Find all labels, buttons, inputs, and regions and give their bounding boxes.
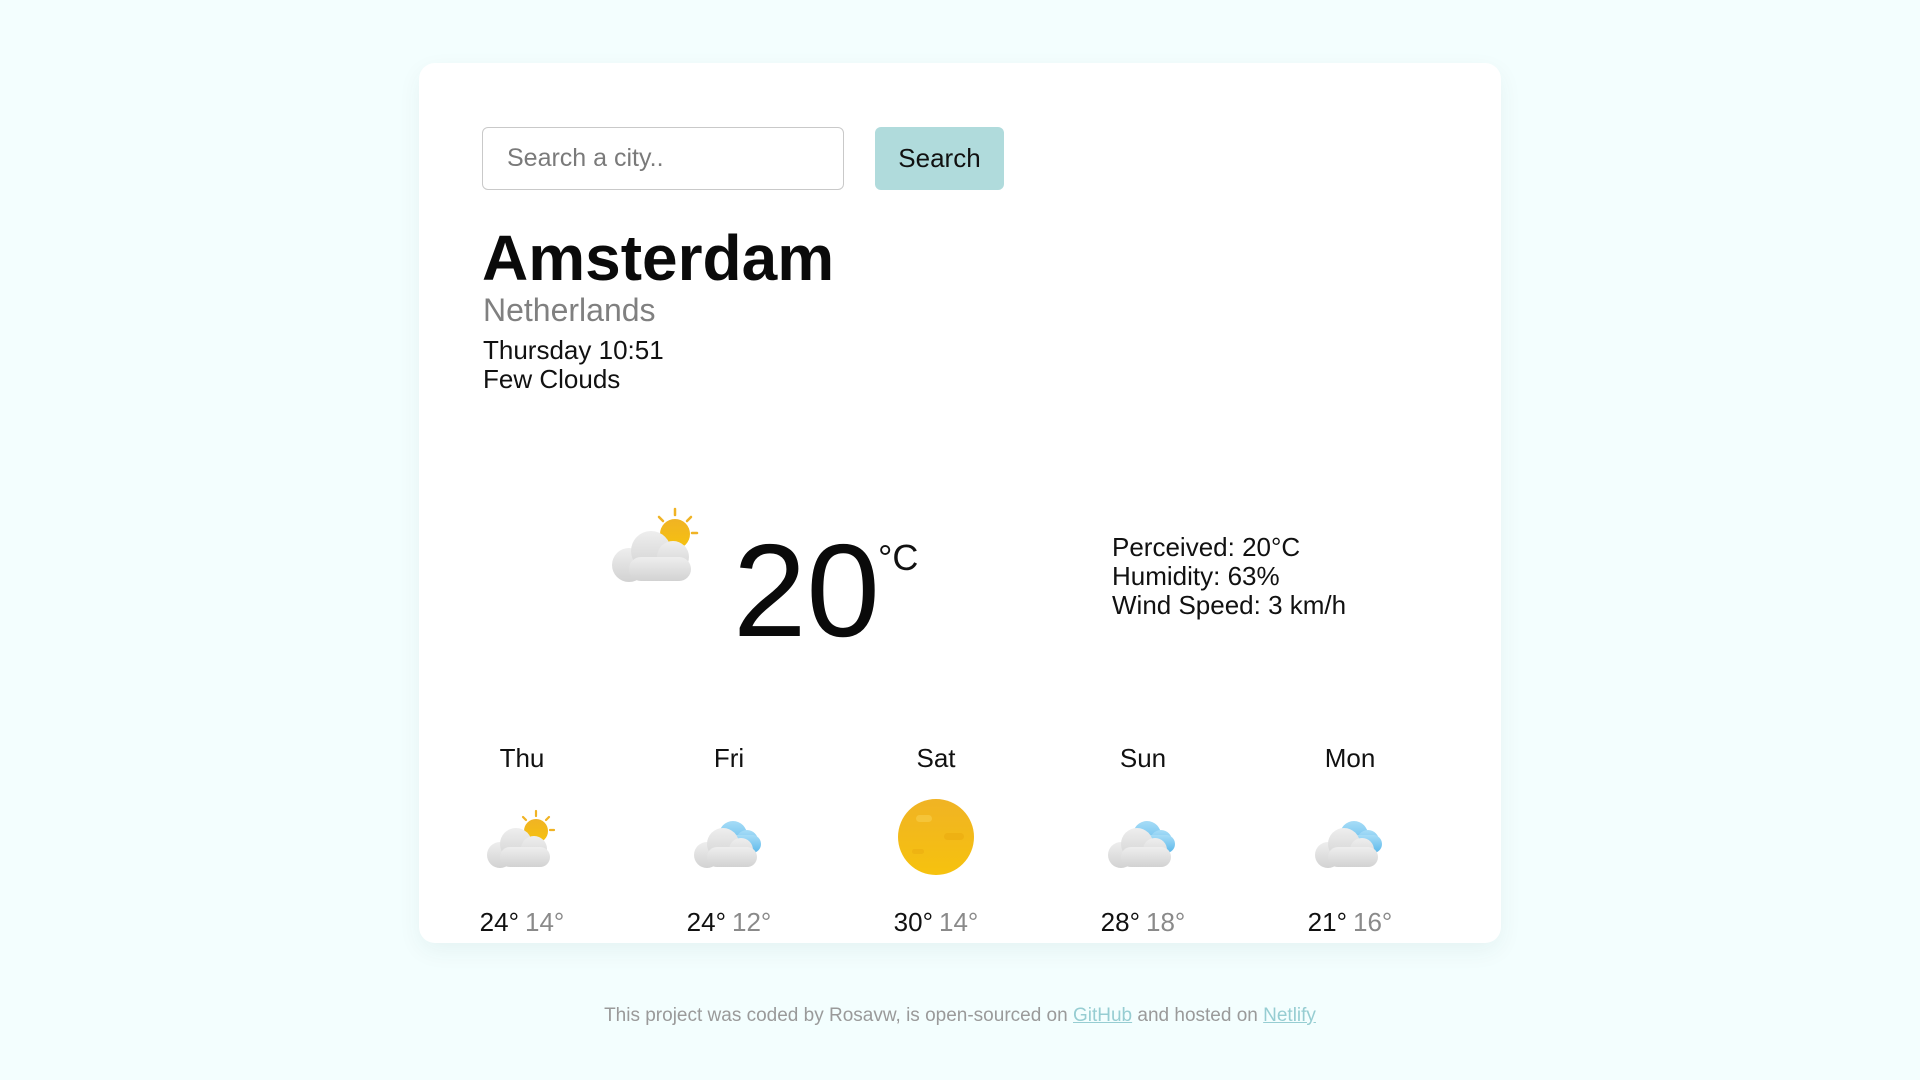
forecast-min-temp: 18° [1146, 907, 1186, 937]
current-datetime: Thursday 10:51 [483, 335, 664, 365]
city-name: Amsterdam [482, 222, 835, 294]
forecast-day-name: Thu [499, 743, 545, 773]
few-clouds-icon [487, 809, 556, 868]
search-button[interactable]: Search [875, 127, 1004, 190]
wind-speed: Wind Speed: 3 km/h [1112, 590, 1347, 620]
forecast-day-name: Sat [916, 743, 956, 773]
sun-icon [898, 799, 974, 875]
weather-card: Search Amsterdam Netherlands Thursday 10… [419, 63, 1501, 943]
forecast-temperatures: 28° 18° [1063, 907, 1223, 938]
country-name: Netherlands [483, 292, 656, 328]
footer-text: This project was coded by Rosavw, is ope… [604, 1005, 1068, 1026]
current-temperature: 20 [733, 517, 880, 664]
forecast-min-temp: 14° [525, 907, 565, 937]
forecast-max-temp: 28° [1100, 907, 1140, 937]
weather-details: Perceived: 20°C Humidity: 63% Wind Speed… [1112, 533, 1346, 620]
footer-text: and hosted on [1137, 1005, 1258, 1026]
forecast-day-name: Mon [1324, 743, 1376, 773]
humidity: Humidity: 63% [1112, 561, 1280, 591]
search-input[interactable] [482, 127, 844, 190]
github-link[interactable]: GitHub [1073, 1005, 1132, 1026]
forecast-day: Mon 21° 16° [1270, 743, 1430, 938]
temperature-unit-toggle[interactable]: °C [878, 537, 918, 579]
forecast-max-temp: 24° [686, 907, 726, 937]
weather-condition: Few Clouds [483, 364, 621, 394]
forecast-temperatures: 21° 16° [1270, 907, 1430, 938]
cloudy-icon [1315, 821, 1382, 868]
forecast-temperatures: 24° 14° [442, 907, 602, 938]
cloudy-icon [1108, 821, 1175, 868]
footer: This project was coded by Rosavw, is ope… [0, 1005, 1920, 1027]
perceived-temperature: Perceived: 20°C [1112, 532, 1301, 562]
netlify-link[interactable]: Netlify [1263, 1005, 1316, 1026]
forecast-temperatures: 24° 12° [649, 907, 809, 938]
few-clouds-icon [612, 507, 699, 582]
forecast-min-temp: 16° [1353, 907, 1393, 937]
forecast-day: Sun 28° 18° [1063, 743, 1223, 938]
forecast-day-name: Sun [1119, 743, 1167, 773]
forecast-day: Sat 30° 14° [856, 743, 1016, 938]
forecast-max-temp: 24° [479, 907, 519, 937]
forecast-max-temp: 21° [1307, 907, 1347, 937]
forecast-temperatures: 30° 14° [856, 907, 1016, 938]
cloudy-icon [694, 821, 761, 868]
forecast-min-temp: 14° [939, 907, 979, 937]
forecast-day-name: Fri [713, 743, 745, 773]
forecast-day: Fri 24° 12° [649, 743, 809, 938]
forecast-day: Thu 24° 14° [442, 743, 602, 938]
forecast-max-temp: 30° [893, 907, 933, 937]
forecast-min-temp: 12° [732, 907, 772, 937]
